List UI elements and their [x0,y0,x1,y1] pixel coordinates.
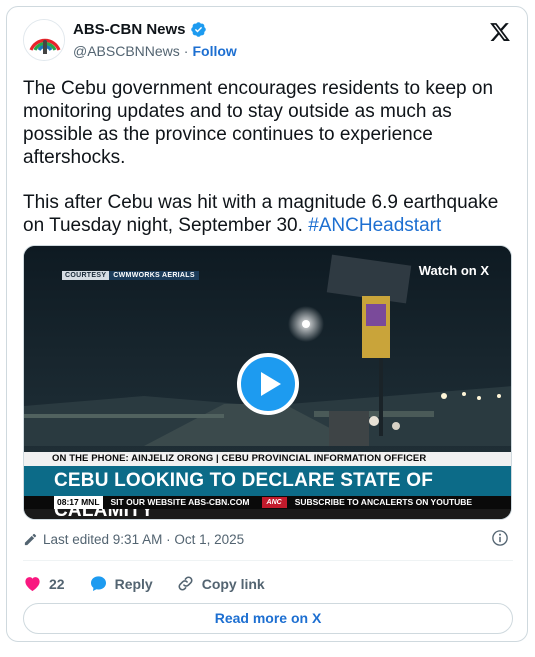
news-ticker: 08:17 MNL SIT OUR WEBSITE ABS-CBN.COM AN… [24,496,511,509]
copy-link-label: Copy link [201,575,265,592]
ticker-text-2: SUBSCRIBE TO ANCALERTS ON YOUTUBE [294,497,473,507]
tweet-paragraph-2: This after Cebu was hit with a magnitude… [23,191,513,237]
like-button[interactable]: 22 [23,574,65,593]
read-more-button[interactable]: Read more on X [23,603,513,634]
courtesy-label: COURTESY [62,271,110,280]
separator-dot: · [183,43,189,59]
tweet-text: The Cebu government encourages residents… [23,77,513,237]
abs-cbn-logo[interactable] [23,19,65,61]
follow-button[interactable]: Follow [192,43,236,59]
author-name-row: ABS-CBN News [73,21,207,38]
ticker-text-1: SIT OUR WEBSITE ABS-CBN.COM [110,497,250,507]
play-icon [260,372,281,396]
anc-logo: ANC [261,497,287,508]
video-player[interactable]: COURTESY CWMWORKS AERIALS Watch on X ON … [23,245,512,520]
divider [23,560,513,561]
tweet-paragraph-1: The Cebu government encourages residents… [23,78,494,168]
pencil-icon [24,533,37,546]
ticker-time: 08:17 MNL [54,496,103,509]
info-icon[interactable] [491,529,509,547]
edited-timestamp[interactable]: Last edited 9:31 AM · Oct 1, 2025 [23,532,244,547]
author-display-name[interactable]: ABS-CBN News [73,21,186,38]
heart-icon [25,577,40,592]
play-button[interactable] [237,353,299,415]
reply-label: Reply [114,575,153,592]
lower-third-caption: ON THE PHONE: AINJELIZ ORONG | CEBU PROV… [24,452,511,466]
courtesy-tag: COURTESY CWMWORKS AERIALS [62,271,199,280]
watch-on-x-link[interactable]: Watch on X [419,263,489,278]
reply-button[interactable]: Reply [89,574,153,593]
author-handle-row: @ABSCBNNews · Follow [73,43,237,59]
reply-bubble-icon [90,576,106,592]
verified-badge-icon [190,22,206,37]
like-count: 22 [49,575,65,592]
edited-text: Last edited 9:31 AM · Oct 1, 2025 [43,532,245,547]
author-handle[interactable]: @ABSCBNNews [73,43,180,59]
news-headline-bar: CEBU LOOKING TO DECLARE STATE OF CALAMIT… [24,466,511,519]
copy-link-button[interactable]: Copy link [176,574,265,593]
link-icon [178,576,193,591]
hashtag-link[interactable]: #ANCHeadstart [308,215,441,236]
courtesy-source: CWMWORKS AERIALS [109,271,199,280]
embedded-post-card: ABS-CBN News @ABSCBNNews · Follow The Ce… [6,6,528,642]
action-bar: 22 Reply Copy link [23,574,265,593]
x-logo-icon[interactable] [489,21,511,43]
